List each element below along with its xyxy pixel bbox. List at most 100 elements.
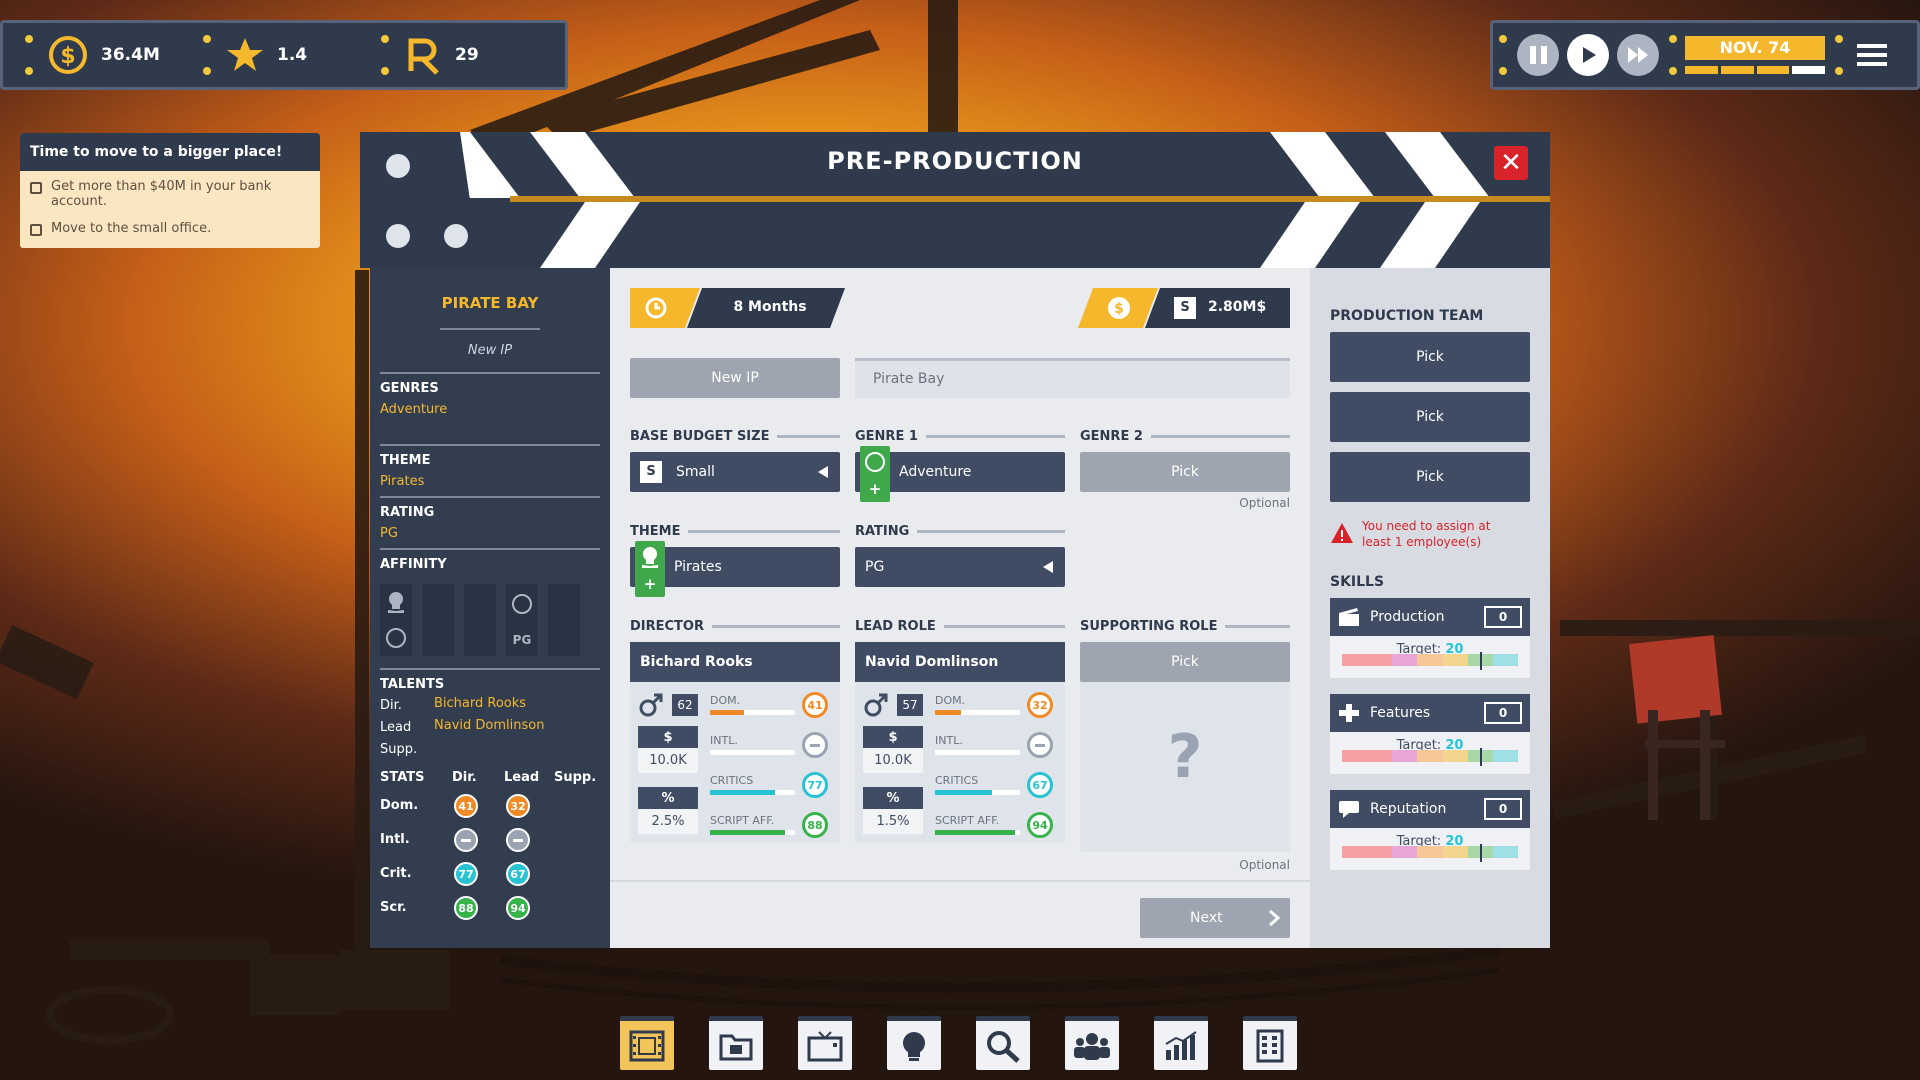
team-pick-button[interactable]: Pick — [1330, 392, 1530, 442]
genre1-label: GENRE 1 — [855, 429, 918, 444]
talents-label: TALENTS — [380, 677, 445, 692]
followers-counter[interactable]: 29 — [389, 23, 549, 87]
intl-label: INTL. — [935, 734, 963, 747]
play-button[interactable] — [1567, 34, 1609, 76]
script-label: SCRIPT AFF. — [935, 814, 1000, 827]
dir-intl-stat — [454, 828, 478, 852]
director-script-circle: 88 — [802, 812, 828, 838]
budget-badge: $ S 2.80M$ — [1078, 288, 1290, 328]
lead-intl-bar — [935, 750, 1020, 755]
dock-search-button[interactable] — [976, 1016, 1030, 1070]
menu-button[interactable] — [1857, 44, 1887, 66]
skill-reputation: Reputation 0 Target: 20 — [1330, 790, 1530, 870]
director-script-bar — [710, 830, 795, 835]
search-icon — [987, 1030, 1020, 1063]
close-icon: ✕ — [1500, 148, 1522, 178]
dock-tv-button[interactable] — [798, 1016, 852, 1070]
objective-checkbox — [30, 224, 42, 236]
target-marker — [1480, 748, 1482, 766]
objectives-panel: Time to move to a bigger place! Get more… — [20, 133, 320, 248]
base-budget-dropdown[interactable]: S Small — [630, 452, 840, 492]
money-counter[interactable]: $ 36.4M — [33, 23, 203, 87]
star-icon — [227, 38, 263, 71]
people-icon — [1074, 1032, 1110, 1060]
rating-dropdown[interactable]: PG — [855, 547, 1065, 587]
lead-card[interactable]: Navid Domlinson 57 $10.0K % 1.5% DOM. 32 … — [855, 642, 1065, 842]
dir-value: Bichard Rooks — [434, 696, 527, 711]
objective-text: Get more than $40M in your bank account. — [51, 179, 272, 209]
support-optional: Optional — [1239, 858, 1290, 872]
theme-label: THEME — [630, 524, 681, 539]
pause-icon — [1529, 46, 1547, 64]
lead-crit-stat: 67 — [506, 862, 530, 886]
skills-label: SKILLS — [1330, 574, 1385, 590]
supporting-role-card[interactable]: Pick ? — [1080, 642, 1290, 852]
tv-icon — [807, 1030, 843, 1061]
next-label: Next — [1190, 910, 1223, 926]
objective-item: Get more than $40M in your bank account. — [20, 171, 320, 213]
budget-tier: S — [1174, 297, 1196, 319]
close-button[interactable]: ✕ — [1494, 146, 1528, 180]
followers-value: 29 — [455, 45, 479, 65]
dir-scr-stat: 88 — [454, 896, 478, 920]
dropdown-arrow-icon — [1043, 561, 1053, 573]
rating-counter[interactable]: 1.4 — [211, 23, 381, 87]
date-progress — [1685, 66, 1825, 74]
film-icon — [629, 1030, 665, 1061]
divider — [380, 496, 600, 498]
genres-value: Adventure — [380, 402, 448, 417]
director-critics-circle: 77 — [802, 772, 828, 798]
adventure-genre-chip: + — [860, 446, 890, 502]
director-section: DIRECTOR — [630, 619, 840, 634]
theme-value: Pirates — [380, 474, 425, 489]
skill-name: Features — [1370, 705, 1431, 721]
stats-label: STATS — [380, 770, 425, 785]
folder-icon — [719, 1034, 753, 1060]
clapperboard-header: PRE-PRODUCTION ✕ — [360, 132, 1550, 268]
director-pct: 2.5% — [651, 814, 685, 829]
lead-critics-circle: 67 — [1027, 772, 1053, 798]
base-budget-tier: S — [640, 461, 662, 483]
production-team-panel: PRODUCTION TEAM Pick Pick Pick You need … — [1310, 268, 1550, 948]
director-card[interactable]: Bichard Rooks 62 $10.0K % 2.5% DOM. 41 IN… — [630, 642, 840, 842]
stats-col-lead: Lead — [504, 770, 540, 785]
lead-salary: 10.0K — [874, 753, 912, 768]
dir-crit-stat: 77 — [454, 862, 478, 886]
percent-icon: % — [863, 787, 923, 809]
lead-label: Lead — [380, 720, 412, 735]
lead-scr-stat: 94 — [506, 896, 530, 920]
fast-forward-button[interactable] — [1617, 34, 1659, 76]
lead-pct-box: % 1.5% — [863, 787, 923, 834]
dock-staff-button[interactable] — [1065, 1016, 1119, 1070]
lightbulb-icon — [903, 1031, 925, 1061]
rating-section: RATING — [855, 524, 1065, 539]
coin-icon: $ — [1108, 297, 1130, 319]
team-warning: You need to assign at least 1 employee(s… — [1362, 519, 1491, 549]
pause-button[interactable] — [1517, 34, 1559, 76]
lead-intl-stat — [506, 828, 530, 852]
next-button[interactable]: Next — [1140, 898, 1290, 938]
lead-critics-bar — [935, 790, 1020, 795]
dock-movies-button[interactable] — [620, 1016, 674, 1070]
dock-stats-button[interactable] — [1154, 1016, 1208, 1070]
new-ip-button[interactable]: New IP — [630, 358, 840, 398]
clapper-hole — [386, 224, 410, 248]
support-section: SUPPORTING ROLE — [1080, 619, 1290, 634]
genre2-pick-button[interactable]: Pick — [1080, 452, 1290, 492]
dock-scripts-button[interactable] — [709, 1016, 763, 1070]
target-marker — [1480, 652, 1482, 670]
supporting-pick-button[interactable]: Pick — [1080, 642, 1290, 682]
affinity-grid: PG — [380, 584, 580, 656]
director-pct-box: % 2.5% — [638, 787, 698, 834]
dock-ideas-button[interactable] — [887, 1016, 941, 1070]
title-input[interactable]: Pirate Bay — [855, 358, 1290, 398]
dropdown-arrow-icon — [818, 466, 828, 478]
director-salary-box: $10.0K — [638, 726, 698, 773]
clapper-hole — [444, 224, 468, 248]
dock-buildings-button[interactable] — [1243, 1016, 1297, 1070]
team-pick-button[interactable]: Pick — [1330, 452, 1530, 502]
svg-text:$: $ — [1114, 301, 1124, 317]
lead-script-circle: 94 — [1027, 812, 1053, 838]
team-pick-button[interactable]: Pick — [1330, 332, 1530, 382]
stats-row-intl: Intl. — [380, 832, 410, 847]
